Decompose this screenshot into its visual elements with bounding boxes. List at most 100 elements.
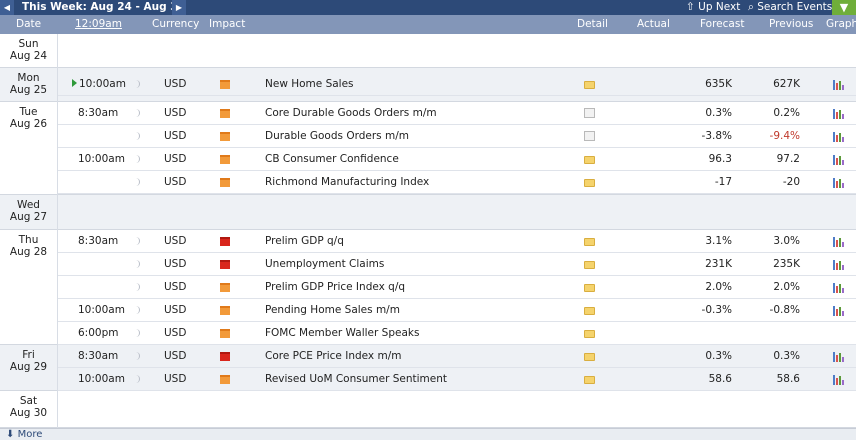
event-currency: USD	[164, 78, 187, 90]
event-name[interactable]: Prelim GDP q/q	[265, 230, 344, 253]
event-currency: USD	[164, 176, 187, 188]
event-name[interactable]: Unemployment Claims	[265, 253, 384, 276]
event-forecast: 58.6	[708, 373, 732, 385]
detail-folder-icon[interactable]	[584, 179, 595, 187]
graph-bar	[836, 378, 838, 385]
event-time: 8:30am	[78, 102, 118, 125]
detail-folder-icon[interactable]	[584, 156, 595, 164]
event-row[interactable]: USD Durable Goods Orders m/m -3.8% -9.4%	[58, 125, 856, 148]
event-name[interactable]: Revised UoM Consumer Sentiment	[265, 368, 447, 391]
detail-folder-icon[interactable]	[584, 307, 595, 315]
sound-alert-icon[interactable]	[136, 178, 140, 186]
event-name[interactable]: Richmond Manufacturing Index	[265, 171, 429, 194]
col-graph: Graph	[826, 18, 856, 30]
impact-folder-icon	[220, 178, 230, 187]
sound-alert-icon[interactable]	[136, 329, 140, 337]
graph-bar	[833, 352, 835, 362]
bar-graph-icon[interactable]	[833, 305, 844, 316]
day-date: Aug 28	[9, 246, 48, 258]
event-row[interactable]: 10:00am USD New Home Sales 635K 627K	[58, 73, 856, 96]
graph-bar	[842, 242, 844, 247]
bar-graph-icon[interactable]	[833, 177, 844, 188]
prev-week-arrow-icon[interactable]: ◀	[0, 0, 14, 15]
detail-folder-icon[interactable]	[584, 81, 595, 89]
sound-alert-icon[interactable]	[136, 283, 140, 291]
detail-folder-icon[interactable]	[584, 284, 595, 292]
detail-folder-icon[interactable]	[584, 131, 595, 141]
sound-alert-icon[interactable]	[136, 109, 140, 117]
day-date: Aug 27	[9, 211, 48, 223]
event-time: 6:00pm	[78, 322, 118, 345]
event-time: 8:30am	[78, 345, 118, 368]
bar-graph-icon[interactable]	[833, 108, 844, 119]
event-name[interactable]: Prelim GDP Price Index q/q	[265, 276, 405, 299]
graph-bar	[842, 114, 844, 119]
bar-graph-icon[interactable]	[833, 131, 844, 142]
sound-alert-icon[interactable]	[136, 132, 140, 140]
more-link[interactable]: ⬇ More	[0, 428, 856, 440]
bar-graph-icon[interactable]	[833, 259, 844, 270]
bar-graph-icon[interactable]	[833, 236, 844, 247]
detail-folder-icon[interactable]	[584, 238, 595, 246]
impact-folder-icon	[220, 80, 230, 89]
day-of-week: Wed	[17, 199, 40, 211]
event-name[interactable]: Durable Goods Orders m/m	[265, 125, 409, 148]
event-forecast: 0.3%	[705, 350, 732, 362]
event-previous: 97.2	[776, 153, 800, 165]
up-next-button[interactable]: ⇧ Up Next	[686, 0, 740, 15]
bar-graph-icon[interactable]	[833, 282, 844, 293]
graph-bar	[836, 112, 838, 119]
graph-bar	[833, 155, 835, 165]
col-time[interactable]: 12:09am	[75, 15, 122, 34]
detail-folder-icon[interactable]	[584, 376, 595, 384]
graph-bar	[833, 237, 835, 247]
event-row[interactable]: USD Richmond Manufacturing Index -17 -20	[58, 171, 856, 194]
event-currency: USD	[164, 258, 187, 270]
sound-alert-icon[interactable]	[136, 375, 140, 383]
sound-alert-icon[interactable]	[136, 155, 140, 163]
day-of-week: Thu	[18, 234, 39, 246]
bar-graph-icon[interactable]	[833, 351, 844, 362]
event-row[interactable]: USD Unemployment Claims 231K 235K	[58, 253, 856, 276]
event-row[interactable]: 10:00am USD Revised UoM Consumer Sentiment…	[58, 368, 856, 391]
sound-alert-icon[interactable]	[136, 306, 140, 314]
bar-graph-icon[interactable]	[833, 374, 844, 385]
sound-alert-icon[interactable]	[136, 352, 140, 360]
search-events-button[interactable]: ⌕ Search Events	[748, 0, 832, 15]
event-row[interactable]: USD Prelim GDP Price Index q/q 2.0% 2.0%	[58, 276, 856, 299]
event-name[interactable]: FOMC Member Waller Speaks	[265, 322, 419, 345]
sound-alert-icon[interactable]	[136, 260, 140, 268]
event-row[interactable]: 10:00am USD CB Consumer Confidence 96.3 97.2	[58, 148, 856, 171]
event-row[interactable]: 8:30am USD Prelim GDP q/q 3.1% 3.0%	[58, 230, 856, 253]
day-block: Tue Aug 26 8:30am USD Core Durable Goods Ord…	[0, 102, 856, 195]
event-row[interactable]: 10:00am USD Pending Home Sales m/m -0.3% -0.…	[58, 299, 856, 322]
event-name[interactable]: Core Durable Goods Orders m/m	[265, 102, 437, 125]
event-name[interactable]: New Home Sales	[265, 73, 354, 96]
event-name[interactable]: CB Consumer Confidence	[265, 148, 399, 171]
detail-folder-icon[interactable]	[584, 261, 595, 269]
event-time-text: 10:00am	[78, 153, 125, 165]
sound-alert-icon[interactable]	[136, 237, 140, 245]
event-time-text: 8:30am	[78, 107, 119, 119]
detail-folder-icon[interactable]	[584, 108, 595, 118]
graph-bar	[833, 375, 835, 385]
detail-folder-icon[interactable]	[584, 353, 595, 361]
bar-graph-icon[interactable]	[833, 154, 844, 165]
event-row[interactable]: 8:30am USD Core Durable Goods Orders m/m 0.…	[58, 102, 856, 125]
sound-alert-icon[interactable]	[136, 80, 140, 88]
detail-folder-icon[interactable]	[584, 330, 595, 338]
event-row[interactable]: 8:30am USD Core PCE Price Index m/m 0.3% 0.3…	[58, 345, 856, 368]
graph-bar	[842, 160, 844, 165]
event-forecast: 3.1%	[705, 235, 732, 247]
graph-bar	[833, 178, 835, 188]
event-currency: USD	[164, 373, 187, 385]
impact-folder-icon	[220, 352, 230, 361]
bar-graph-icon[interactable]	[833, 79, 844, 90]
event-row[interactable]: 6:00pm USD FOMC Member Waller Speaks	[58, 322, 856, 345]
event-name[interactable]: Pending Home Sales m/m	[265, 299, 400, 322]
filter-icon[interactable]: ▼	[832, 0, 856, 15]
event-name[interactable]: Core PCE Price Index m/m	[265, 345, 401, 368]
event-forecast: 96.3	[708, 153, 732, 165]
event-currency: USD	[164, 350, 187, 362]
next-week-arrow-icon[interactable]: ▶	[172, 0, 186, 15]
